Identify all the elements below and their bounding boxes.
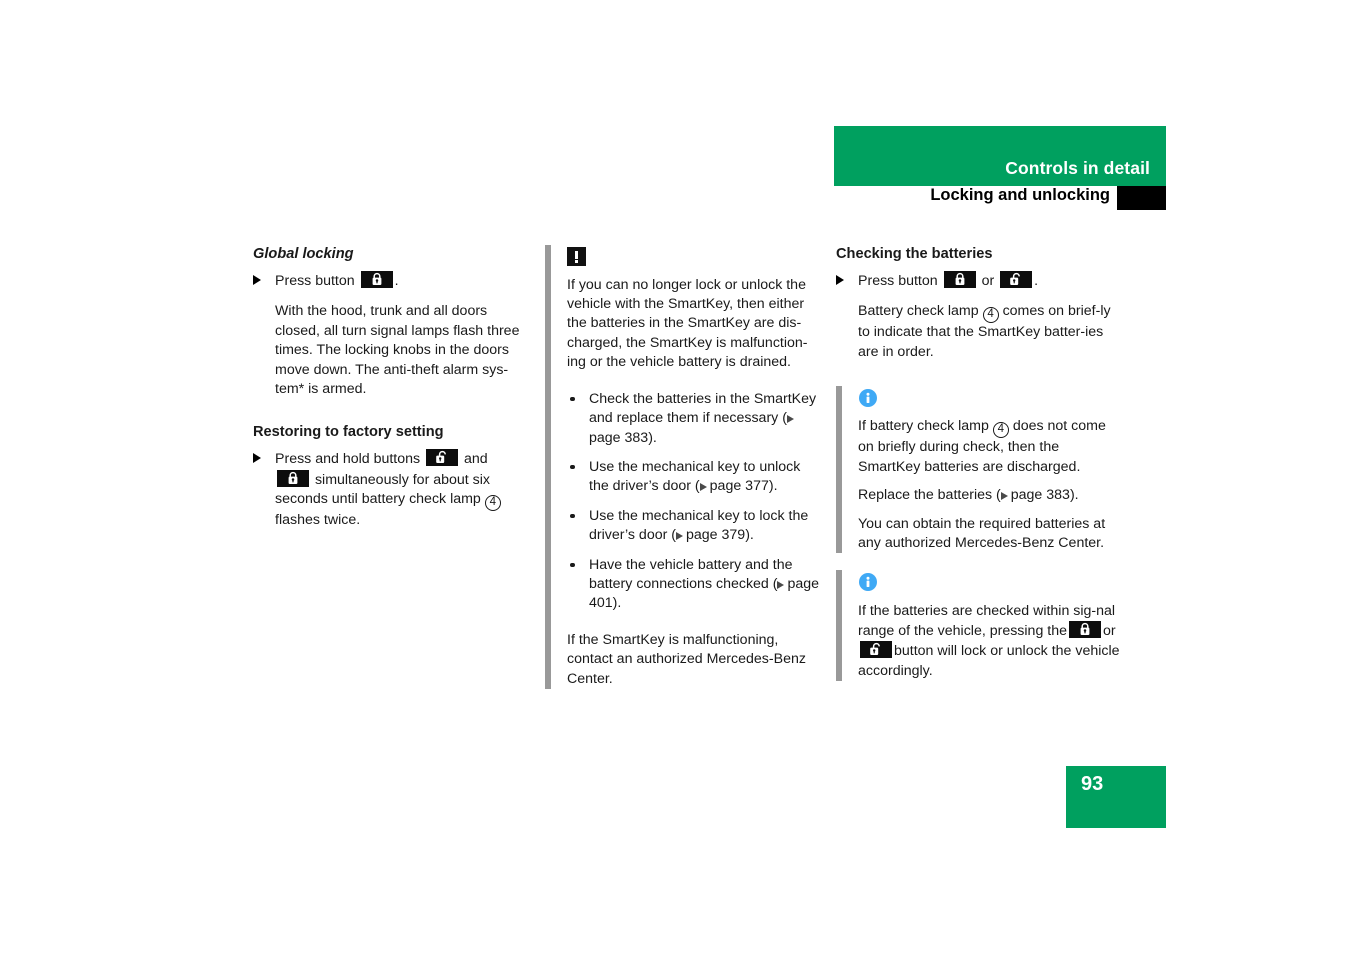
page-reference-triangle-icon bbox=[1000, 487, 1011, 501]
lock-open-icon[interactable] bbox=[860, 641, 892, 659]
lamp-paragraph-wrap: Battery check lamp 4 comes on brief-ly t… bbox=[836, 302, 1121, 362]
list-item: Have the vehicle battery and the battery… bbox=[567, 556, 820, 614]
bullet-text-after: ). bbox=[612, 595, 622, 612]
bullet-page-ref[interactable]: page 377 bbox=[710, 478, 769, 494]
page-reference-triangle-icon bbox=[676, 527, 686, 541]
warning-exclamation-icon bbox=[567, 247, 586, 266]
warning-bullet-list: Check the batteries in the SmartKey and … bbox=[567, 390, 820, 614]
step-label: Press button bbox=[858, 273, 938, 289]
step-triangle-icon bbox=[253, 453, 261, 464]
bullet-page-ref[interactable]: page 379 bbox=[686, 527, 745, 543]
info-note-block-2: If the batteries are checked within sig-… bbox=[836, 570, 1121, 682]
column-right: Checking the batteries Press button or .… bbox=[836, 245, 1121, 682]
info-note-1-body: If battery check lamp 4 does not come on… bbox=[858, 417, 1121, 477]
bullet-text-after: ). bbox=[768, 478, 778, 495]
step-triangle-icon bbox=[253, 275, 261, 285]
replace-text-before: Replace the batteries ( bbox=[858, 487, 1001, 504]
page-reference-triangle-icon bbox=[777, 576, 787, 589]
heading-global-locking: Global locking bbox=[253, 246, 354, 262]
lamp-text-1: Battery check lamp bbox=[858, 303, 979, 320]
battery-check-lamp-ref: 4 bbox=[992, 422, 1009, 439]
list-item: Use the mechanical key to lock the drive… bbox=[567, 507, 820, 546]
battery-check-lamp-ref: 4 bbox=[982, 307, 999, 324]
step-period: . bbox=[394, 273, 399, 289]
step-period: . bbox=[1034, 273, 1039, 289]
bullet-text-after: ). bbox=[745, 527, 754, 544]
restore-step-body-2: flashes twice. bbox=[275, 512, 361, 529]
list-item: Check the batteries in the SmartKey and … bbox=[567, 390, 820, 448]
note-side-rule bbox=[836, 570, 842, 682]
info-note-2-conjunction: or bbox=[1103, 622, 1116, 639]
chapter-thumb-tab bbox=[1117, 186, 1166, 210]
info-note-1-text-1: If battery check lamp bbox=[858, 418, 989, 435]
step-conjunction: or bbox=[981, 273, 995, 289]
manual-page: Controls in detail Locking and unlocking… bbox=[0, 0, 1351, 954]
section-title: Locking and unlocking bbox=[930, 186, 1110, 204]
bullet-text: Have the vehicle battery and the battery… bbox=[589, 556, 793, 592]
lamp-paragraph: Battery check lamp 4 comes on brief-ly t… bbox=[858, 302, 1121, 362]
column-middle: If you can no longer lock or unlock the … bbox=[545, 245, 820, 689]
battery-check-lamp-ref: 4 bbox=[484, 495, 501, 512]
page-number: 93 bbox=[1081, 773, 1104, 795]
info-note-1-obtain: You can obtain the required batteries at… bbox=[858, 515, 1106, 551]
lock-closed-icon[interactable] bbox=[277, 469, 309, 487]
lock-closed-icon[interactable] bbox=[943, 271, 976, 288]
lock-open-icon[interactable] bbox=[426, 449, 459, 467]
column-left: Global locking Press button . With the h… bbox=[253, 245, 525, 533]
note-side-rule bbox=[836, 386, 842, 554]
page-number-box: 93 bbox=[1066, 766, 1166, 828]
warning-closing-text: If the SmartKey is malfunctioning, conta… bbox=[567, 631, 806, 687]
restore-step-conjunction: and bbox=[464, 451, 488, 468]
chapter-title: Controls in detail bbox=[1005, 158, 1150, 178]
bullet-dot-icon bbox=[570, 464, 575, 470]
bullet-page-ref[interactable]: page 383 bbox=[589, 430, 648, 446]
page-reference-triangle-icon bbox=[786, 410, 797, 424]
chapter-header-banner: Controls in detail bbox=[834, 126, 1166, 186]
warning-body: If you can no longer lock or unlock the … bbox=[567, 276, 808, 371]
page-reference-triangle-icon bbox=[699, 478, 710, 492]
bullet-dot-icon bbox=[570, 562, 575, 568]
replace-page-ref[interactable]: page 383 bbox=[1011, 487, 1070, 503]
info-note-1-replace: Replace the batteries ( page 383). bbox=[858, 486, 1121, 505]
step-press-button-check: Press button or . bbox=[836, 271, 1121, 291]
info-note-2-text-2: button will lock or unlock the vehicle a… bbox=[858, 643, 1120, 679]
step-triangle-icon bbox=[836, 275, 844, 285]
lock-open-icon[interactable] bbox=[1000, 271, 1033, 288]
heading-restoring-factory-setting: Restoring to factory setting bbox=[253, 424, 444, 441]
step-press-button-lock: Press button . bbox=[253, 271, 525, 291]
global-locking-body: With the hood, trunk and all doors close… bbox=[275, 303, 520, 398]
list-item: Use the mechanical key to unlock the dri… bbox=[567, 458, 820, 497]
bullet-dot-icon bbox=[570, 396, 575, 402]
step-label: Press button bbox=[275, 273, 355, 289]
bullet-text-after: ). bbox=[648, 429, 657, 446]
step-restore-factory: Press and hold buttons and simultaneousl… bbox=[253, 449, 525, 530]
global-locking-body-wrap: With the hood, trunk and all doors close… bbox=[253, 302, 525, 399]
lock-closed-icon[interactable] bbox=[1069, 620, 1102, 638]
restore-step-prefix: Press and hold buttons bbox=[275, 451, 421, 468]
bullet-dot-icon bbox=[570, 513, 575, 519]
lock-closed-icon[interactable] bbox=[360, 271, 393, 288]
info-note-block-1: If battery check lamp 4 does not come on… bbox=[836, 386, 1121, 554]
info-circle-icon bbox=[858, 572, 878, 592]
info-note-2-body: If the batteries are checked within sig-… bbox=[858, 602, 1121, 682]
heading-checking-the-batteries: Checking the batteries bbox=[836, 246, 993, 262]
replace-text-after: ). bbox=[1069, 487, 1079, 504]
note-side-rule bbox=[545, 245, 551, 689]
warning-note-block: If you can no longer lock or unlock the … bbox=[545, 245, 820, 689]
info-circle-icon bbox=[858, 388, 878, 408]
bullet-text: Check the batteries in the SmartKey and … bbox=[589, 390, 817, 427]
